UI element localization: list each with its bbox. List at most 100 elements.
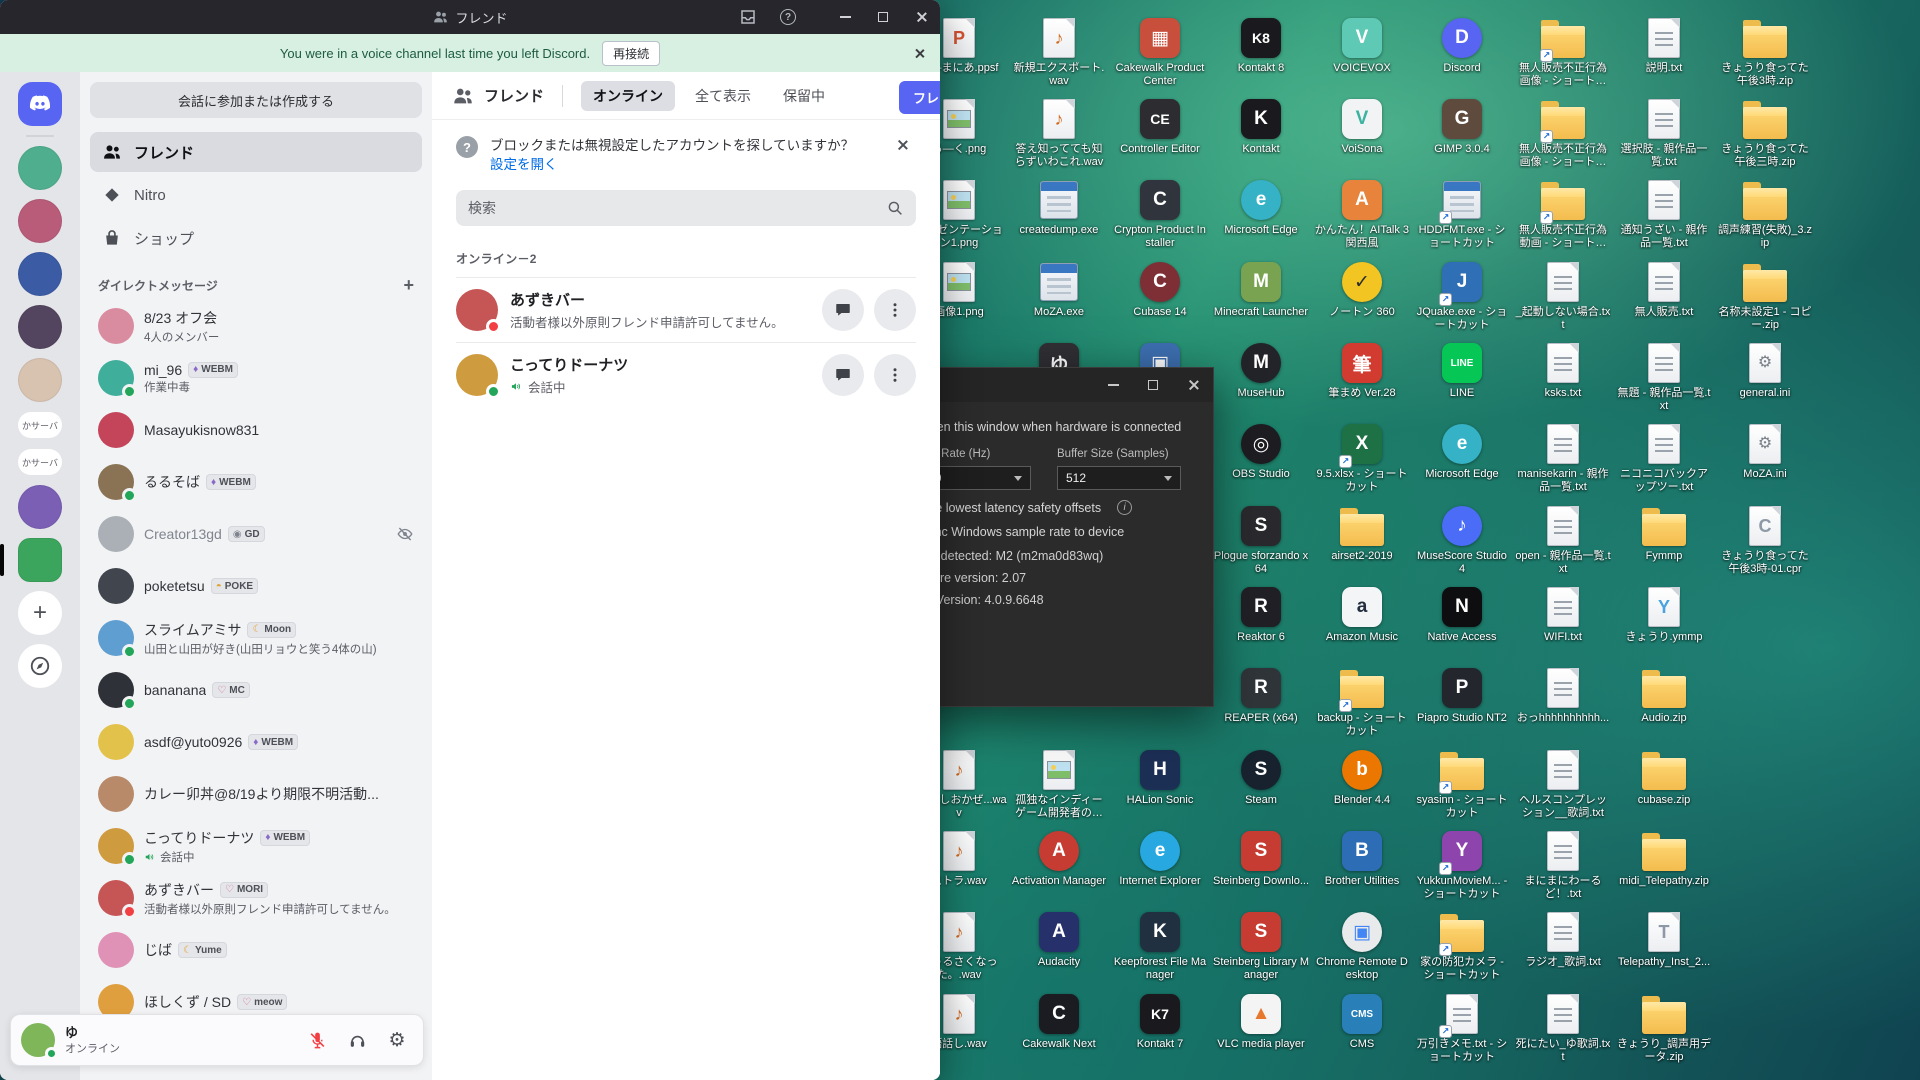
desktop-icon[interactable]: MoZA.exe (1011, 260, 1107, 319)
desktop-icon[interactable]: ↗無人販売不正行為動画 - ショートカット (1515, 178, 1611, 250)
sync-rate-checkbox[interactable]: Sync Windows sample rate to device (899, 525, 1195, 539)
desktop-icon[interactable]: createdump.exe (1011, 178, 1107, 237)
desktop-icon[interactable]: bBlender 4.4 (1314, 748, 1410, 807)
desktop-icon[interactable]: cubase.zip (1616, 748, 1712, 807)
inbox-button[interactable] (728, 0, 768, 34)
desktop-icon[interactable]: MMuseHub (1213, 341, 1309, 400)
desktop-icon[interactable]: Cきょうり食ってた午後3時-01.cpr (1717, 504, 1813, 576)
desktop-icon[interactable]: 名称未設定1 - コピー.zip (1717, 260, 1813, 332)
desktop-icon[interactable]: SSteinberg Downlo... (1213, 829, 1309, 888)
desktop-icon[interactable]: Fymmp (1616, 504, 1712, 563)
desktop-icon[interactable]: ↗backup - ショートカット (1314, 666, 1410, 738)
desktop-icon[interactable]: eMicrosoft Edge (1414, 422, 1510, 481)
desktop-icon[interactable]: ↗無人販売不正行為画像 - ショートカッ... (1515, 16, 1611, 88)
desktop-icon[interactable]: BBrother Utilities (1314, 829, 1410, 888)
desktop-icon[interactable]: Audio.zip (1616, 666, 1712, 725)
desktop-icon[interactable]: きょうり食ってた午後3時.zip (1717, 16, 1813, 88)
server-icon[interactable] (18, 252, 62, 296)
desktop-icon[interactable]: ↗万引きメモ.txt - ショートカット (1414, 992, 1510, 1064)
desktop-icon[interactable]: 説明.txt (1616, 16, 1712, 75)
create-dm-button[interactable] (403, 276, 414, 294)
desktop-icon[interactable]: KKontakt (1213, 97, 1309, 156)
desktop-icon[interactable]: ⚙MoZA.ini (1717, 422, 1813, 481)
desktop-icon[interactable]: K8Kontakt 8 (1213, 16, 1309, 75)
desktop-icon[interactable]: きょうり_調声用データ.zip (1616, 992, 1712, 1064)
desktop-icon[interactable]: PPiapro Studio NT2 (1414, 666, 1510, 725)
buffer-size-select[interactable]: 512 (1057, 466, 1181, 490)
more-button[interactable] (874, 289, 916, 331)
search-input[interactable]: 検索 (456, 190, 916, 226)
desktop-icon[interactable]: VVOICEVOX (1314, 16, 1410, 75)
info-icon[interactable] (1117, 500, 1132, 515)
desktop-icon[interactable]: ✓ノートン 360 (1314, 260, 1410, 319)
home-button[interactable] (18, 82, 62, 126)
server-icon[interactable] (18, 199, 62, 243)
server-icon[interactable] (18, 485, 62, 529)
desktop-icon[interactable]: まにまにわーるど！.txt (1515, 829, 1611, 901)
desktop-icon[interactable]: きょうり食ってた午後三時.zip (1717, 97, 1813, 169)
dm-item[interactable]: asdf@yuto0926♦WEBM (90, 716, 422, 768)
desktop-icon[interactable]: おっhhhhhhhhhh... (1515, 666, 1611, 725)
desktop-icon[interactable]: CEController Editor (1112, 97, 1208, 156)
desktop-icon[interactable]: 調声練習(失敗)_3.zip (1717, 178, 1813, 250)
desktop-icon[interactable]: CCrypton Product Installer (1112, 178, 1208, 250)
explore-servers-button[interactable] (18, 644, 62, 688)
friend-row[interactable]: こってりドーナツ会話中 (456, 342, 916, 407)
desktop-icon[interactable]: SPlogue sforzando x64 (1213, 504, 1309, 576)
lowest-latency-checkbox[interactable]: Use lowest latency safety offsets (899, 500, 1195, 515)
open-on-connect-checkbox[interactable]: Open this window when hardware is connec… (899, 420, 1195, 434)
discord-titlebar[interactable]: フレンド (0, 0, 940, 34)
sidebar-item-shop[interactable]: ショップ (90, 218, 422, 258)
add-friend-button[interactable]: フレンドを追加 (899, 81, 940, 114)
desktop-icon[interactable]: WIFI.txt (1515, 585, 1611, 644)
dm-item[interactable]: じば☾Yume (90, 924, 422, 976)
open-settings-link[interactable]: 設定を開く (490, 157, 558, 172)
desktop-icon[interactable]: Yきょうり.ymmp (1616, 585, 1712, 644)
desktop-icon[interactable]: RReaktor 6 (1213, 585, 1309, 644)
desktop-icon[interactable]: AAudacity (1011, 910, 1107, 969)
desktop-icon[interactable]: CMSCMS (1314, 992, 1410, 1051)
desktop-icon[interactable]: 死にたい_ゆ歌詞.txt (1515, 992, 1611, 1064)
dialog-minimize-button[interactable] (1093, 368, 1133, 402)
desktop-icon[interactable]: ksks.txt (1515, 341, 1611, 400)
desktop-icon[interactable]: 無人販売.txt (1616, 260, 1712, 319)
desktop-icon[interactable]: open - 親作品一覧.txt (1515, 504, 1611, 576)
desktop-icon[interactable]: ▲VLC media player (1213, 992, 1309, 1051)
desktop-icon[interactable]: NNative Access (1414, 585, 1510, 644)
desktop-icon[interactable]: X↗9.5.xlsx - ショートカット (1314, 422, 1410, 494)
dm-item[interactable]: カレー卯丼@8/19より期限不明活動... (90, 768, 422, 820)
desktop-icon[interactable]: ↗家の防犯カメラ - ショートカット (1414, 910, 1510, 982)
desktop-icon[interactable]: _起動しない場合.txt (1515, 260, 1611, 332)
desktop-icon[interactable]: 選択肢 - 親作品一覧.txt (1616, 97, 1712, 169)
mic-muted-button[interactable] (301, 1024, 333, 1056)
desktop-icon[interactable]: manisekarin - 親作品一覧.txt (1515, 422, 1611, 494)
friend-row[interactable]: あずきバー活動者様以外原則フレンド申請許可してません。 (456, 277, 916, 342)
dm-item[interactable]: こってりドーナツ♦WEBM会話中 (90, 820, 422, 872)
tab-all[interactable]: 全て表示 (683, 81, 763, 111)
dialog-maximize-button[interactable] (1133, 368, 1173, 402)
sidebar-item-nitro[interactable]: Nitro (90, 175, 422, 215)
dm-item[interactable]: スライムアミサ☾Moon山田と山田が好き(山田リョウと笑う4体の山) (90, 612, 422, 664)
desktop-icon[interactable]: ↗HDDFMT.exe - ショートカット (1414, 178, 1510, 250)
dm-item[interactable]: るるそば♦WEBM (90, 456, 422, 508)
desktop-icon[interactable]: KKeepforest File Manager (1112, 910, 1208, 982)
desktop-icon[interactable]: ニコニコバックアップツー.txt (1616, 422, 1712, 494)
join-or-create-button[interactable]: 会話に参加または作成する (90, 82, 422, 118)
desktop-icon[interactable]: ♪新規エクスポート.wav (1011, 16, 1107, 88)
minimize-button[interactable] (826, 0, 864, 34)
server-icon[interactable] (18, 358, 62, 402)
desktop-icon[interactable]: ▣Chrome Remote Desktop (1314, 910, 1410, 982)
desktop-icon[interactable]: SSteinberg Library Manager (1213, 910, 1309, 982)
more-button[interactable] (874, 354, 916, 396)
desktop-icon[interactable]: DDiscord (1414, 16, 1510, 75)
desktop-icon[interactable]: ↗無人販売不正行為画像 - ショートカット (1515, 97, 1611, 169)
sidebar-item-friends[interactable]: フレンド (90, 132, 422, 172)
desktop-icon[interactable]: SSteam (1213, 748, 1309, 807)
tab-online[interactable]: オンライン (581, 81, 675, 111)
desktop-icon[interactable]: J↗JQuake.exe - ショートカット (1414, 260, 1510, 332)
server-icon[interactable] (18, 305, 62, 349)
reconnect-button[interactable]: 再接続 (602, 41, 660, 66)
maximize-button[interactable] (864, 0, 902, 34)
desktop-icon[interactable]: ◎OBS Studio (1213, 422, 1309, 481)
close-button[interactable] (902, 0, 940, 34)
